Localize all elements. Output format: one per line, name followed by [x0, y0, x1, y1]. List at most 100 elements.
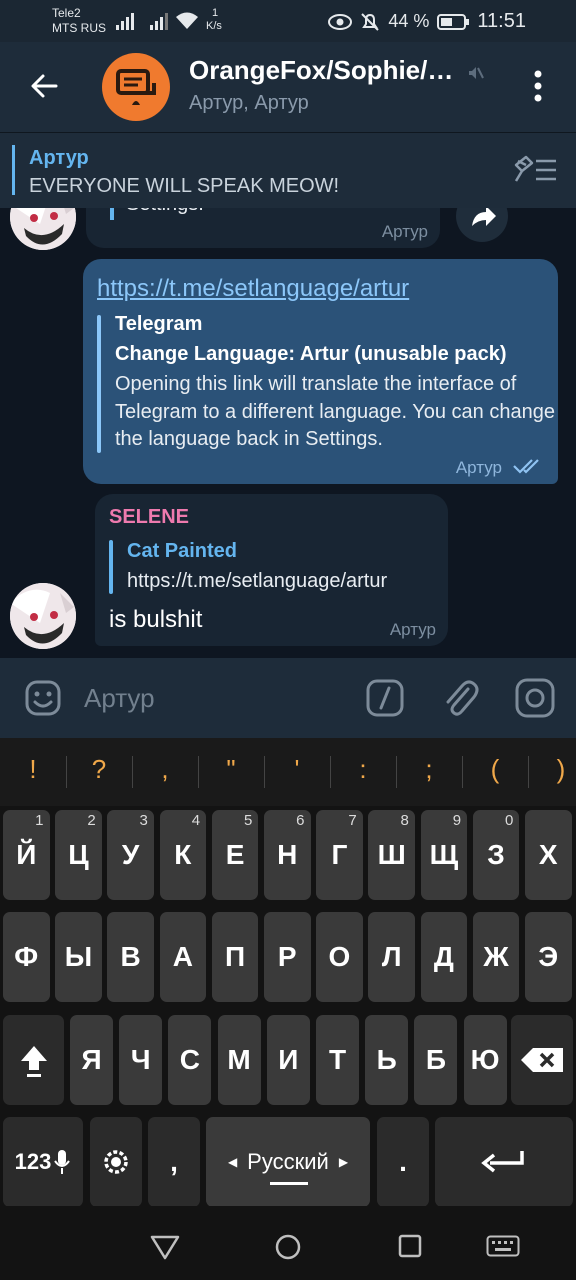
language-prev-icon: ◀	[227, 1155, 238, 1169]
key[interactable]: Ч	[119, 1015, 163, 1105]
symbol-key[interactable]: )	[528, 754, 576, 785]
emoji-settings-key[interactable]	[90, 1117, 142, 1207]
chat-title[interactable]: OrangeFox/Sophie/…	[189, 55, 469, 86]
keyboard-switch-icon[interactable]	[486, 1235, 520, 1257]
key[interactable]: Р	[264, 912, 311, 1002]
message-bubble-outgoing[interactable]: https://t.me/setlanguage/artur Telegram …	[83, 259, 558, 484]
group-avatar[interactable]	[102, 53, 170, 121]
key[interactable]: И	[266, 1015, 310, 1105]
key[interactable]: Ы	[55, 912, 102, 1002]
nav-recents-icon[interactable]	[398, 1234, 422, 1258]
numbers-key[interactable]: 123	[3, 1117, 83, 1207]
key[interactable]: Н6	[264, 810, 311, 900]
key-label: Б	[425, 1044, 446, 1075]
chat-subtitle: Артур, Артур	[189, 92, 309, 114]
more-menu-icon[interactable]	[520, 66, 556, 106]
key-label: К	[174, 839, 192, 870]
back-arrow-icon[interactable]	[24, 66, 64, 106]
symbol-key[interactable]: ,	[132, 754, 198, 785]
key[interactable]: П	[211, 912, 259, 1002]
reply-author[interactable]: Cat Painted	[127, 540, 237, 563]
nav-home-icon[interactable]	[274, 1233, 302, 1261]
key-label: Э	[538, 941, 559, 972]
key[interactable]: В	[107, 912, 154, 1002]
symbol-key[interactable]: '	[264, 754, 330, 785]
key[interactable]: Э	[525, 912, 572, 1002]
nav-back-icon[interactable]	[150, 1234, 180, 1260]
pinned-message[interactable]: Артур EVERYONE WILL SPEAK MEOW!	[0, 132, 576, 208]
key[interactable]: Ж	[472, 912, 520, 1002]
key[interactable]: О	[316, 912, 363, 1002]
key-label: Т	[328, 1044, 347, 1075]
key[interactable]: Г7	[316, 810, 363, 900]
message-link[interactable]: https://t.me/setlanguage/artur	[97, 275, 409, 303]
key[interactable]: С	[168, 1015, 212, 1105]
enter-key[interactable]	[435, 1117, 573, 1207]
avatar-image	[10, 583, 76, 649]
key[interactable]: Ю	[463, 1015, 507, 1105]
comma-key[interactable]: ,	[148, 1117, 200, 1207]
key-hint: 9	[452, 812, 462, 829]
share-button[interactable]	[456, 208, 508, 242]
key[interactable]: Ф	[3, 912, 50, 1002]
space-key[interactable]: ◀ Русский ▶	[206, 1117, 370, 1207]
pinned-list-icon[interactable]	[512, 155, 558, 185]
user-avatar[interactable]	[10, 208, 76, 250]
key[interactable]: Ш8	[368, 810, 415, 900]
key[interactable]: Д	[420, 912, 468, 1002]
key[interactable]: Щ9	[420, 810, 468, 900]
key[interactable]: Б	[414, 1015, 458, 1105]
symbol-key[interactable]: "	[198, 754, 264, 785]
message-time: Артур	[381, 222, 428, 241]
key[interactable]: Е5	[211, 810, 259, 900]
link-preview-description: Opening this link will translate the int…	[115, 373, 555, 450]
key-label: Н	[277, 839, 298, 870]
key[interactable]: У3	[107, 810, 154, 900]
user-avatar[interactable]	[10, 583, 76, 649]
key[interactable]: Ь	[365, 1015, 409, 1105]
bot-commands-icon[interactable]	[366, 679, 404, 717]
key[interactable]: З0	[472, 810, 520, 900]
attach-icon[interactable]	[440, 677, 480, 719]
key[interactable]: К4	[159, 810, 207, 900]
reply-text[interactable]: https://t.me/setlanguage/artur	[127, 570, 387, 593]
key[interactable]: Й1	[3, 810, 50, 900]
emoji-icon[interactable]	[24, 679, 62, 717]
key[interactable]: Т	[316, 1015, 359, 1105]
key-hint: 4	[191, 812, 201, 829]
period-key[interactable]: .	[377, 1117, 429, 1207]
key-label: М	[227, 1044, 251, 1075]
backspace-key[interactable]	[511, 1015, 573, 1105]
key-label: Ь	[376, 1044, 397, 1075]
shift-key[interactable]	[3, 1015, 64, 1105]
symbol-key[interactable]: :	[330, 754, 396, 785]
symbol-separator	[264, 756, 265, 788]
message-bubble-incoming[interactable]: Settings. Артур	[86, 208, 440, 248]
avatar-image	[10, 208, 76, 250]
key[interactable]: А	[159, 912, 207, 1002]
key[interactable]: Л	[368, 912, 415, 1002]
symbol-key[interactable]: ;	[396, 754, 462, 785]
key-label: Л	[381, 941, 402, 972]
message-bubble-incoming[interactable]: SELENE Cat Painted https://t.me/setlangu…	[95, 494, 448, 646]
key[interactable]: Я	[70, 1015, 113, 1105]
camera-icon[interactable]	[515, 678, 555, 718]
share-arrow-icon	[472, 208, 496, 226]
wifi-icon	[176, 12, 198, 29]
symbol-key[interactable]: ?	[66, 754, 132, 785]
key[interactable]: Ц2	[55, 810, 102, 900]
key[interactable]: М	[217, 1015, 261, 1105]
key-hint: 6	[296, 812, 305, 829]
message-input[interactable]	[84, 680, 344, 716]
key[interactable]: Х	[525, 810, 572, 900]
key-label: Ф	[14, 941, 39, 972]
message-author[interactable]: SELENE	[109, 506, 189, 529]
symbol-key[interactable]: !	[0, 754, 66, 785]
battery-icon	[437, 13, 470, 30]
key-label: Ш	[377, 839, 406, 870]
symbol-key[interactable]: (	[462, 754, 528, 785]
shift-icon	[20, 1046, 47, 1077]
key-label: Г	[331, 839, 348, 870]
signal-icon	[116, 13, 134, 30]
message-list[interactable]: Settings. Артур https://t.me/setlanguage…	[0, 208, 576, 658]
